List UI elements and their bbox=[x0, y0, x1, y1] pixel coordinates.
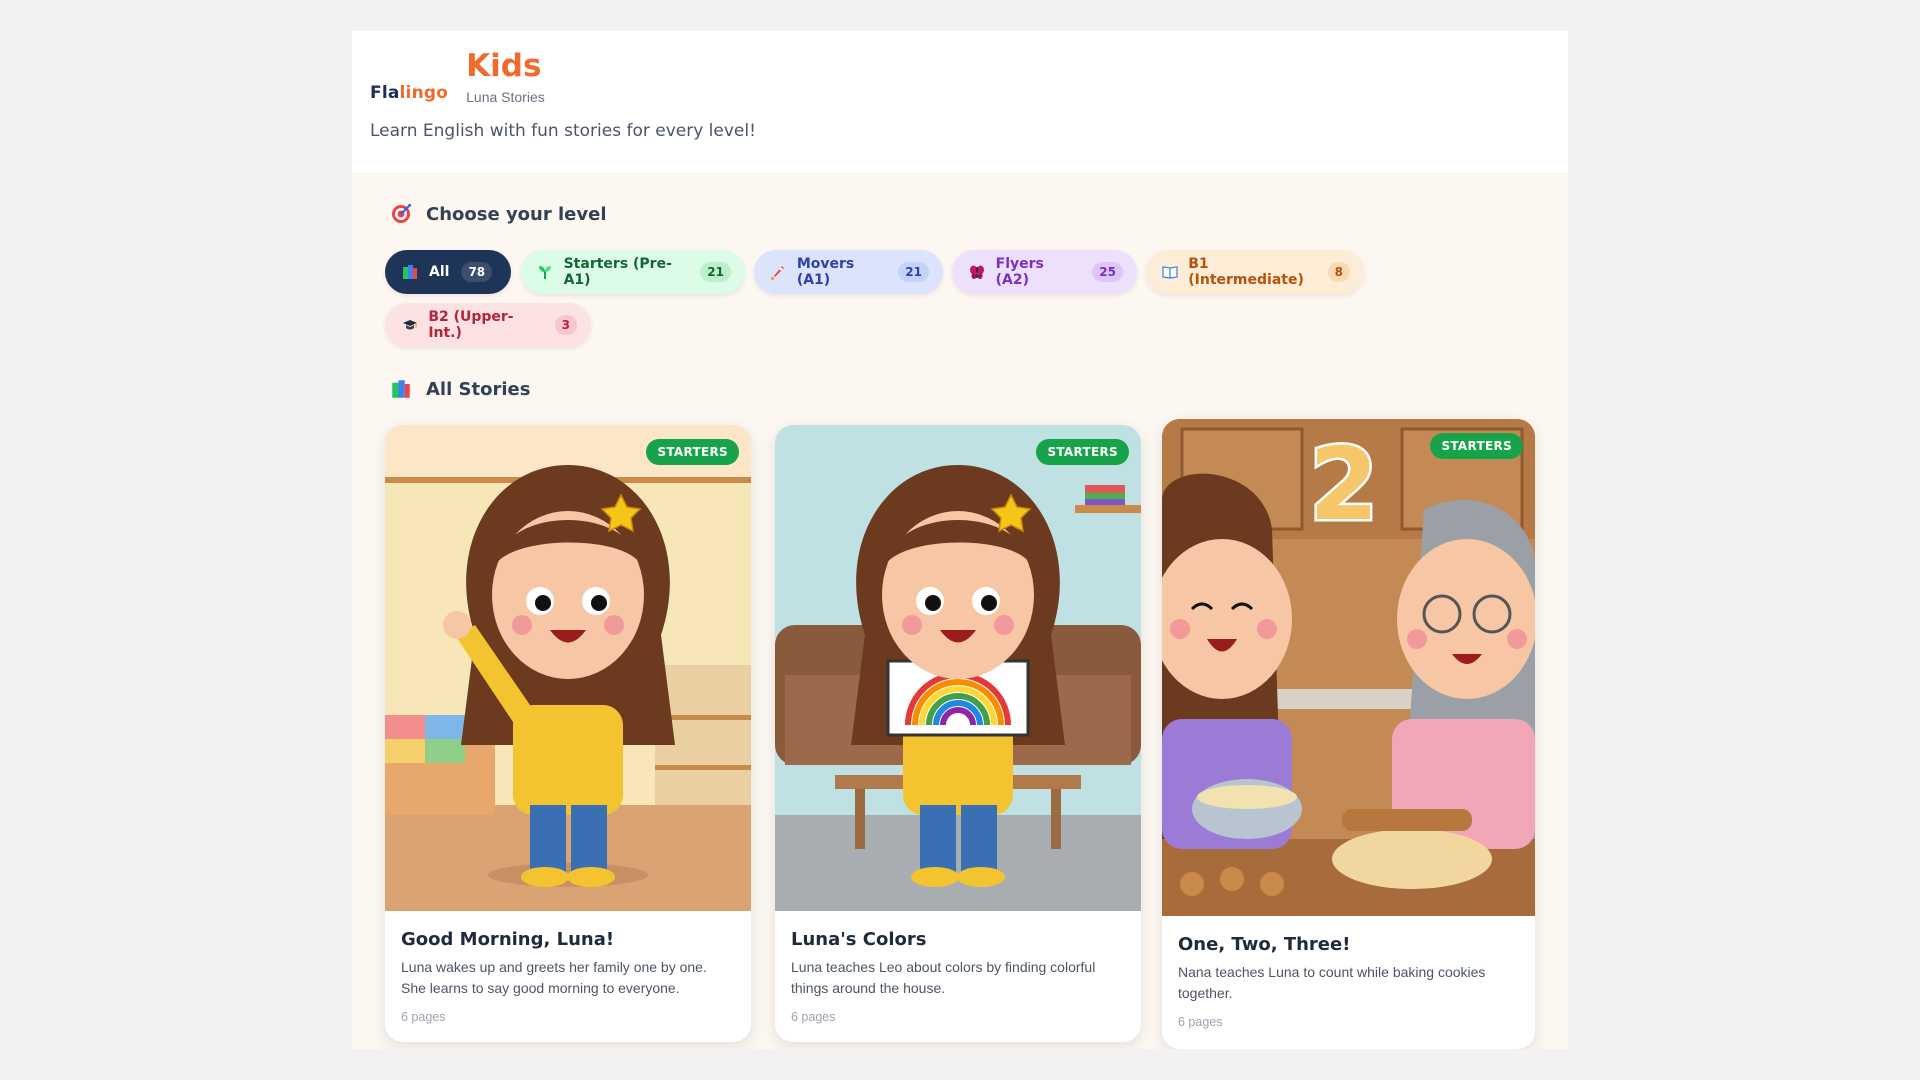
rocket-icon bbox=[770, 263, 787, 281]
target-icon bbox=[388, 201, 414, 227]
level-pill-count: 78 bbox=[461, 262, 493, 282]
level-pill-count: 3 bbox=[554, 315, 577, 335]
stories-heading-label: All Stories bbox=[426, 378, 531, 400]
logo-part-2: lingo bbox=[399, 83, 449, 103]
open-book-icon bbox=[1162, 263, 1178, 281]
level-pill-label: B1 (Intermediate) bbox=[1188, 256, 1304, 288]
story-card[interactable]: STARTERS Good Morning, Luna! Luna wakes … bbox=[385, 425, 751, 1042]
books-icon bbox=[401, 263, 419, 281]
number-two-illustration: 2 bbox=[1309, 426, 1379, 543]
story-card-body: Good Morning, Luna! Luna wakes up and gr… bbox=[385, 911, 751, 1042]
level-heading-label: Choose your level bbox=[426, 203, 607, 225]
seedling-icon bbox=[537, 263, 554, 281]
level-badge: STARTERS bbox=[1036, 439, 1129, 465]
logo-part-1: Fla bbox=[370, 83, 400, 103]
story-page-count: 6 pages bbox=[791, 1010, 836, 1024]
tagline: Learn English with fun stories for every… bbox=[370, 121, 756, 141]
level-pill-all[interactable]: All 78 bbox=[385, 250, 511, 294]
story-title: Luna's Colors bbox=[791, 929, 927, 950]
level-pill-b2[interactable]: B2 (Upper-Int.) 3 bbox=[385, 303, 591, 347]
story-title: Good Morning, Luna! bbox=[401, 929, 615, 950]
story-illustration: STARTERS bbox=[775, 425, 1141, 911]
level-pill-b1[interactable]: B1 (Intermediate) 8 bbox=[1146, 250, 1364, 294]
story-card-body: Luna's Colors Luna teaches Leo about col… bbox=[775, 911, 1141, 1042]
story-illustration: STARTERS bbox=[385, 425, 751, 911]
story-card[interactable]: STARTERS Luna's Colors Luna teaches Leo … bbox=[775, 425, 1141, 1042]
level-badge: STARTERS bbox=[646, 439, 739, 465]
page-header: Flalingo Kids Luna Stories Learn English… bbox=[352, 31, 1568, 172]
story-illustration: 2 STARTERS bbox=[1162, 419, 1535, 916]
level-pill-label: B2 (Upper-Int.) bbox=[428, 309, 514, 341]
story-page-count: 6 pages bbox=[401, 1010, 446, 1024]
page-subtitle: Luna Stories bbox=[466, 89, 545, 105]
level-pill-label: All bbox=[429, 264, 450, 280]
level-pill-count: 21 bbox=[700, 262, 731, 282]
butterfly-icon bbox=[968, 263, 986, 281]
books-icon bbox=[388, 376, 414, 402]
level-pill-count: 8 bbox=[1327, 262, 1350, 282]
level-pill-count: 21 bbox=[898, 262, 929, 282]
level-pill-label: Movers (A1) bbox=[796, 256, 855, 288]
story-description: Luna wakes up and greets her family one … bbox=[401, 959, 707, 996]
stories-heading: All Stories bbox=[388, 376, 530, 402]
level-pill-flyers[interactable]: Flyers (A2) 25 bbox=[952, 250, 1137, 294]
level-pill-starters[interactable]: Starters (Pre-A1) 21 bbox=[521, 250, 745, 294]
level-badge: STARTERS bbox=[1430, 433, 1523, 459]
graduation-cap-icon bbox=[401, 316, 418, 334]
story-description: Nana teaches Luna to count while baking … bbox=[1178, 964, 1486, 1001]
app-container: Flalingo Kids Luna Stories Learn English… bbox=[352, 31, 1568, 1049]
flalingo-logo[interactable]: Flalingo bbox=[370, 83, 448, 103]
brand-row: Flalingo Kids Luna Stories bbox=[370, 49, 1568, 105]
level-pill-count: 25 bbox=[1092, 262, 1123, 282]
brand-titles: Kids Luna Stories bbox=[466, 49, 545, 105]
story-card-body: One, Two, Three! Nana teaches Luna to co… bbox=[1162, 916, 1535, 1049]
page-title: Kids bbox=[466, 48, 542, 84]
story-page-count: 6 pages bbox=[1178, 1015, 1223, 1029]
story-description: Luna teaches Leo about colors by finding… bbox=[791, 959, 1096, 996]
level-pill-movers[interactable]: Movers (A1) 21 bbox=[754, 250, 943, 294]
story-card[interactable]: 2 STARTERS One, Two, Three! Nana teaches… bbox=[1162, 419, 1535, 1049]
level-pill-label: Flyers (A2) bbox=[995, 256, 1044, 288]
level-pill-label: Starters (Pre-A1) bbox=[563, 256, 672, 288]
level-heading: Choose your level bbox=[388, 201, 607, 227]
story-title: One, Two, Three! bbox=[1178, 934, 1351, 955]
